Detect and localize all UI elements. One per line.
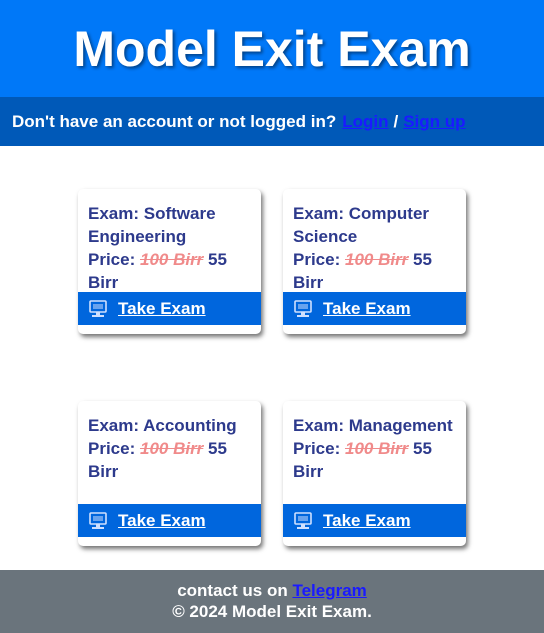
exam-card-software-engineering: Exam: Software Engineering Price: 100 Bi…: [78, 189, 261, 334]
login-link[interactable]: Login: [342, 112, 388, 132]
old-price: 100 Birr: [344, 439, 409, 458]
computer-monitor-icon: [293, 511, 313, 531]
login-bar: Don't have an account or not logged in? …: [0, 97, 544, 146]
take-exam-button[interactable]: Take Exam: [283, 504, 466, 537]
price-currency: Birr: [88, 273, 119, 292]
computer-monitor-icon: [88, 511, 108, 531]
new-price: 55: [413, 439, 432, 458]
exam-title: Exam: Management: [293, 416, 453, 435]
site-footer: contact us on Telegram © 2024 Model Exit…: [0, 570, 544, 633]
site-title: Model Exit Exam: [73, 20, 471, 77]
take-exam-button[interactable]: Take Exam: [283, 292, 466, 325]
contact-text: contact us on: [177, 581, 288, 600]
exam-title: Exam: Computer Science: [293, 204, 430, 246]
exam-price: Price: 100 Birr 55 Birr: [88, 250, 227, 292]
exam-card-accounting: Exam: Accounting Price: 100 Birr 55 Birr…: [78, 401, 261, 546]
price-currency: Birr: [293, 273, 324, 292]
copyright: © 2024 Model Exit Exam.: [172, 602, 372, 621]
take-exam-button[interactable]: Take Exam: [78, 292, 261, 325]
contact-line: contact us on Telegram: [0, 580, 544, 601]
new-price: 55: [413, 250, 432, 269]
exam-card-management: Exam: Management Price: 100 Birr 55 Birr…: [283, 401, 466, 546]
old-price: 100 Birr: [139, 439, 204, 458]
take-exam-label: Take Exam: [323, 298, 411, 318]
login-prompt: Don't have an account or not logged in?: [12, 111, 337, 131]
take-exam-label: Take Exam: [118, 510, 206, 530]
exam-name: Management: [348, 416, 453, 435]
old-price: 100 Birr: [344, 250, 409, 269]
price-currency: Birr: [293, 462, 324, 481]
exam-name: Accounting: [143, 416, 237, 435]
exam-title: Exam: Software Engineering: [88, 204, 216, 246]
telegram-link[interactable]: Telegram: [292, 581, 366, 600]
login-separator: /: [393, 111, 399, 131]
old-price: 100 Birr: [139, 250, 204, 269]
signup-link[interactable]: Sign up: [403, 112, 465, 132]
exam-price: Price: 100 Birr 55 Birr: [293, 250, 432, 292]
page: Model Exit Exam Don't have an account or…: [0, 0, 544, 633]
exam-title: Exam: Accounting: [88, 416, 237, 435]
computer-monitor-icon: [293, 299, 313, 319]
exam-card-body: Exam: Management Price: 100 Birr 55 Birr: [283, 401, 466, 483]
new-price: 55: [208, 439, 227, 458]
take-exam-label: Take Exam: [118, 298, 206, 318]
new-price: 55: [208, 250, 227, 269]
take-exam-button[interactable]: Take Exam: [78, 504, 261, 537]
exam-card-body: Exam: Accounting Price: 100 Birr 55 Birr: [78, 401, 261, 483]
exam-card-body: Exam: Software Engineering Price: 100 Bi…: [78, 189, 261, 294]
exam-card-body: Exam: Computer Science Price: 100 Birr 5…: [283, 189, 466, 294]
computer-monitor-icon: [88, 299, 108, 319]
take-exam-label: Take Exam: [323, 510, 411, 530]
price-currency: Birr: [88, 462, 119, 481]
exam-price: Price: 100 Birr 55 Birr: [88, 439, 227, 481]
site-header: Model Exit Exam: [0, 0, 544, 97]
exam-card-computer-science: Exam: Computer Science Price: 100 Birr 5…: [283, 189, 466, 334]
exam-price: Price: 100 Birr 55 Birr: [293, 439, 432, 481]
